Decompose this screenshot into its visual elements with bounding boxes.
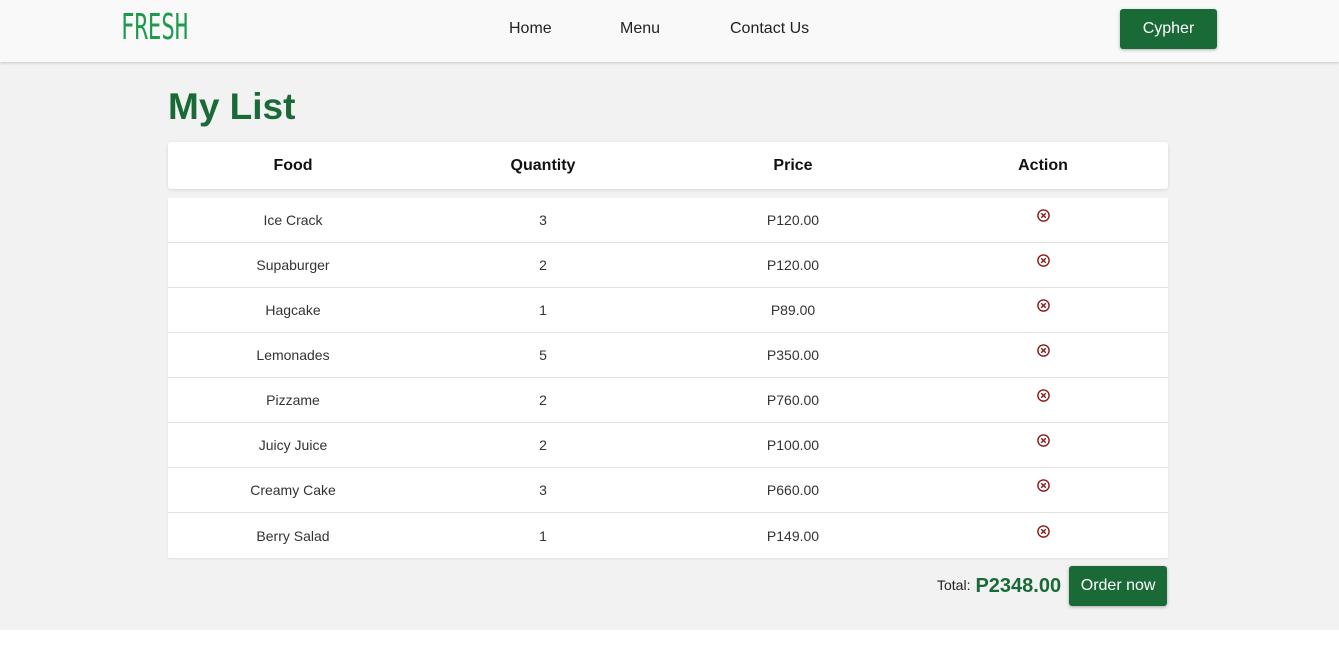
food-cell: Creamy Cake — [250, 482, 336, 498]
list-table-body: Ice Crack 3 P120.00 Supaburger 2 P120.00 Hagca… — [168, 198, 1168, 558]
table-row: Juicy Juice 2 P100.00 — [168, 423, 1168, 468]
remove-circle-icon[interactable] — [1036, 524, 1050, 538]
price-cell: P350.00 — [766, 347, 820, 363]
action-cell — [918, 389, 1168, 408]
quantity-cell: 3 — [539, 482, 547, 498]
nav-link-contact-us[interactable]: Contact Us — [730, 19, 809, 39]
table-row: Ice Crack 3 P120.00 — [168, 198, 1168, 243]
food-cell: Juicy Juice — [258, 437, 328, 453]
action-cell — [918, 524, 1168, 544]
table-row: Supaburger 2 P120.00 — [168, 243, 1168, 288]
nav-link-home[interactable]: Home — [509, 19, 552, 39]
nav-link-menu[interactable]: Menu — [620, 19, 660, 39]
table-row: Pizzame 2 P760.00 — [168, 378, 1168, 423]
fresh-logo[interactable]: FRESH — [121, 7, 188, 49]
remove-circle-icon[interactable] — [1036, 254, 1050, 267]
column-header-price: Price — [773, 156, 813, 174]
table-row: Hagcake 1 P89.00 — [168, 288, 1168, 333]
action-cell — [918, 434, 1168, 453]
order-summary: Total: P2348.00 Order now — [937, 566, 1168, 606]
quantity-cell: 1 — [539, 527, 547, 544]
remove-circle-icon[interactable] — [1036, 434, 1050, 447]
action-cell — [918, 209, 1168, 228]
price-cell: P660.00 — [766, 482, 820, 498]
main-content: My List Food Quantity Price Action Ice C… — [0, 62, 1339, 630]
column-header-food: Food — [273, 156, 313, 174]
quantity-cell: 5 — [539, 347, 547, 363]
remove-circle-icon[interactable] — [1036, 389, 1050, 402]
quantity-cell: 2 — [539, 392, 547, 408]
price-cell: P760.00 — [766, 392, 820, 408]
quantity-cell: 2 — [539, 257, 547, 273]
table-header: Food Quantity Price Action — [168, 142, 1168, 189]
price-cell: P120.00 — [766, 212, 820, 228]
total-label: Total: — [937, 577, 971, 593]
food-cell: Ice Crack — [263, 212, 323, 228]
price-cell: P120.00 — [766, 257, 820, 273]
price-cell: P149.00 — [766, 527, 820, 544]
quantity-cell: 2 — [539, 437, 547, 453]
column-header-action: Action — [1018, 156, 1068, 174]
food-cell: Pizzame — [266, 392, 320, 408]
remove-circle-icon[interactable] — [1036, 209, 1050, 222]
price-cell: P100.00 — [766, 437, 820, 453]
action-cell — [918, 479, 1168, 498]
order-now-button[interactable]: Order now — [1069, 566, 1168, 606]
food-cell: Hagcake — [265, 302, 321, 318]
remove-circle-icon[interactable] — [1036, 344, 1050, 357]
price-cell: P89.00 — [770, 302, 816, 318]
food-cell: Berry Salad — [256, 527, 330, 544]
food-cell: Lemonades — [256, 347, 330, 363]
top-navbar: FRESH Home Menu Contact Us Cypher — [0, 0, 1339, 62]
page-title: My List — [168, 86, 296, 127]
action-cell — [918, 344, 1168, 363]
action-cell — [918, 299, 1168, 318]
remove-circle-icon[interactable] — [1036, 299, 1050, 312]
table-row: Lemonades 5 P350.00 — [168, 333, 1168, 378]
user-account-button[interactable]: Cypher — [1120, 9, 1217, 49]
column-header-quantity: Quantity — [510, 156, 576, 174]
quantity-cell: 1 — [539, 302, 547, 318]
table-row: Creamy Cake 3 P660.00 — [168, 468, 1168, 513]
table-row: Berry Salad 1 P149.00 — [168, 513, 1168, 558]
total-value: P2348.00 — [975, 574, 1062, 597]
food-cell: Supaburger — [256, 257, 330, 273]
action-cell — [918, 254, 1168, 273]
quantity-cell: 3 — [539, 212, 547, 228]
remove-circle-icon[interactable] — [1036, 479, 1050, 492]
